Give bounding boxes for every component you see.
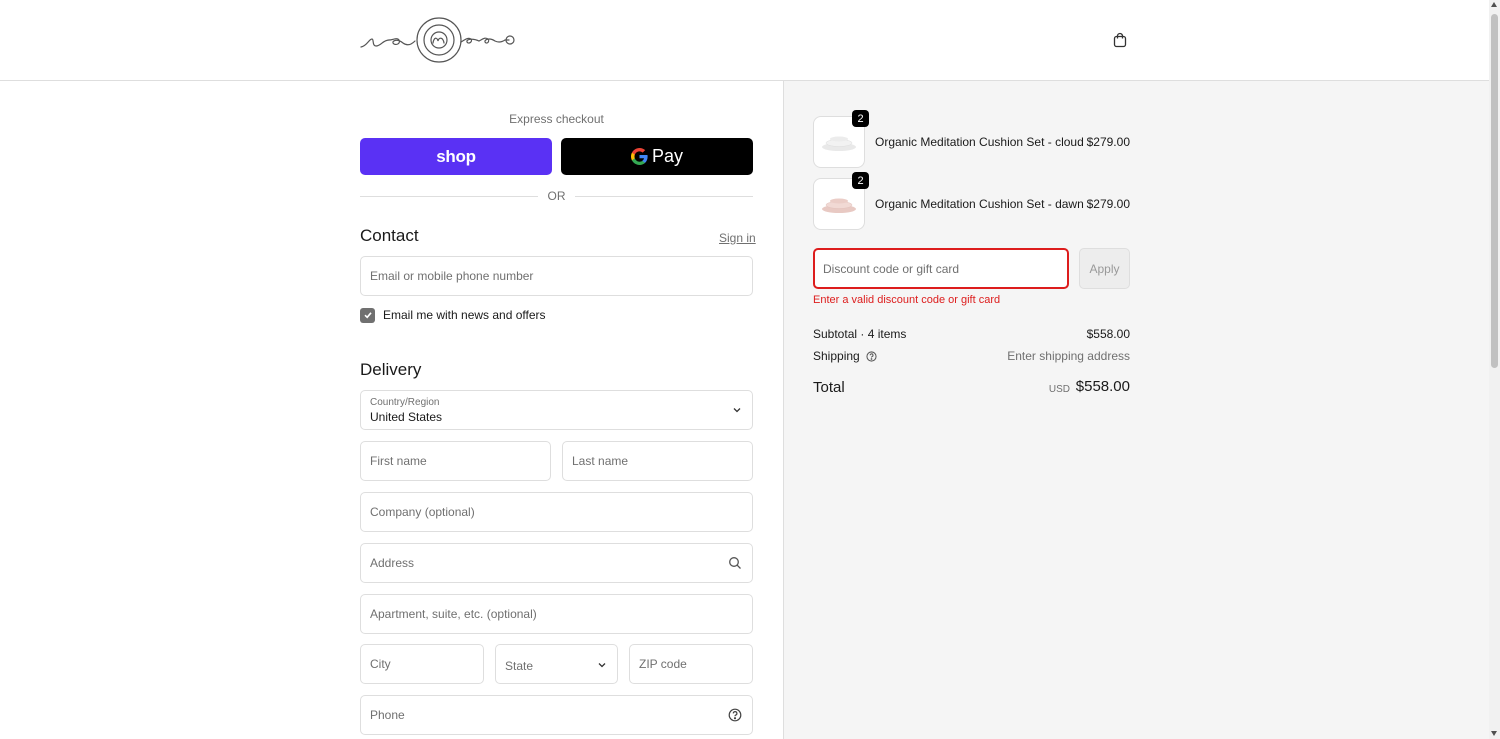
- help-circle-icon[interactable]: [866, 351, 877, 362]
- page-scrollbar[interactable]: [1489, 0, 1500, 739]
- total-label: Total: [813, 379, 845, 396]
- address-field[interactable]: [360, 543, 753, 583]
- chevron-down-icon: [598, 663, 606, 668]
- newsletter-checkbox-row[interactable]: Email me with news and offers: [360, 307, 546, 323]
- google-pay-label: Pay: [651, 146, 684, 166]
- shop-pay-label: shop: [436, 146, 476, 166]
- total-value: $558.00: [1075, 378, 1130, 395]
- newsletter-checkbox[interactable]: [360, 307, 375, 323]
- delivery-heading: Delivery: [360, 360, 422, 379]
- email-field[interactable]: [360, 256, 753, 296]
- sign-in-link[interactable]: Sign in: [719, 231, 756, 245]
- first-name-input[interactable]: [361, 442, 550, 480]
- total-row: Total USD $558.00: [813, 378, 1130, 398]
- phone-input[interactable]: [361, 696, 752, 734]
- brand-logo[interactable]: [359, 13, 519, 67]
- state-label: State: [505, 659, 534, 673]
- contact-heading: Contact: [360, 226, 419, 245]
- scroll-down-arrow-icon[interactable]: [1491, 731, 1497, 736]
- product-price: $279.00: [1086, 135, 1130, 149]
- scrollbar-thumb[interactable]: [1491, 14, 1498, 368]
- country-select[interactable]: Country/Region United States: [360, 390, 753, 430]
- city-field[interactable]: [360, 644, 484, 684]
- quantity-badge: 2: [852, 110, 869, 127]
- email-input[interactable]: [361, 257, 752, 295]
- apartment-field[interactable]: [360, 594, 753, 634]
- apartment-input[interactable]: [361, 595, 752, 633]
- product-name: Organic Meditation Cushion Set - dawn: [875, 197, 1084, 211]
- chevron-down-icon: [733, 408, 741, 413]
- first-name-field[interactable]: [360, 441, 551, 481]
- shipping-label: Shipping: [813, 349, 860, 363]
- or-divider: OR: [360, 189, 753, 203]
- cart-button[interactable]: [1108, 28, 1132, 52]
- scroll-up-arrow-icon[interactable]: [1491, 2, 1497, 7]
- zip-input[interactable]: [630, 645, 752, 683]
- subtotal-label: Subtotal · 4 items: [813, 327, 907, 341]
- zip-field[interactable]: [629, 644, 753, 684]
- subtotal-value: $558.00: [1086, 327, 1130, 341]
- company-field[interactable]: [360, 492, 753, 532]
- newsletter-label: Email me with news and offers: [383, 308, 546, 322]
- express-checkout-label: Express checkout: [509, 112, 604, 126]
- total-currency: USD: [1048, 384, 1070, 395]
- apply-discount-button[interactable]: Apply: [1079, 248, 1130, 289]
- quantity-badge: 2: [852, 172, 869, 189]
- checkmark-icon: [363, 312, 372, 319]
- address-input[interactable]: [361, 544, 752, 582]
- cart-line-item: 2 Organic Meditation Cushion Set - dawn …: [813, 172, 1130, 230]
- google-g-icon: [630, 148, 648, 165]
- shopping-bag-icon: [1113, 32, 1127, 48]
- phone-field[interactable]: [360, 695, 753, 735]
- discount-error-message: Enter a valid discount code or gift card: [813, 294, 1001, 306]
- discount-code-input[interactable]: [815, 250, 1067, 287]
- search-icon[interactable]: [728, 556, 742, 570]
- country-value: United States: [370, 410, 443, 424]
- cart-line-item: 2 Organic Meditation Cushion Set - cloud…: [813, 110, 1130, 168]
- subtotal-row: Subtotal · 4 items $558.00: [813, 327, 1130, 341]
- product-price: $279.00: [1086, 197, 1130, 211]
- last-name-input[interactable]: [563, 442, 752, 480]
- state-select[interactable]: State: [495, 644, 618, 684]
- product-name: Organic Meditation Cushion Set - cloud: [875, 135, 1084, 149]
- city-input[interactable]: [361, 645, 483, 683]
- shop-pay-button[interactable]: shop: [360, 138, 552, 175]
- shipping-value: Enter shipping address: [1007, 349, 1130, 363]
- shipping-row: Shipping Enter shipping address: [813, 349, 1130, 363]
- site-header: [0, 0, 1489, 81]
- help-circle-icon[interactable]: [728, 708, 742, 722]
- country-label: Country/Region: [370, 397, 440, 408]
- divider-line: [575, 196, 753, 197]
- last-name-field[interactable]: [562, 441, 753, 481]
- discount-code-field[interactable]: [813, 248, 1069, 289]
- company-input[interactable]: [361, 493, 752, 531]
- google-pay-button[interactable]: Pay: [561, 138, 753, 175]
